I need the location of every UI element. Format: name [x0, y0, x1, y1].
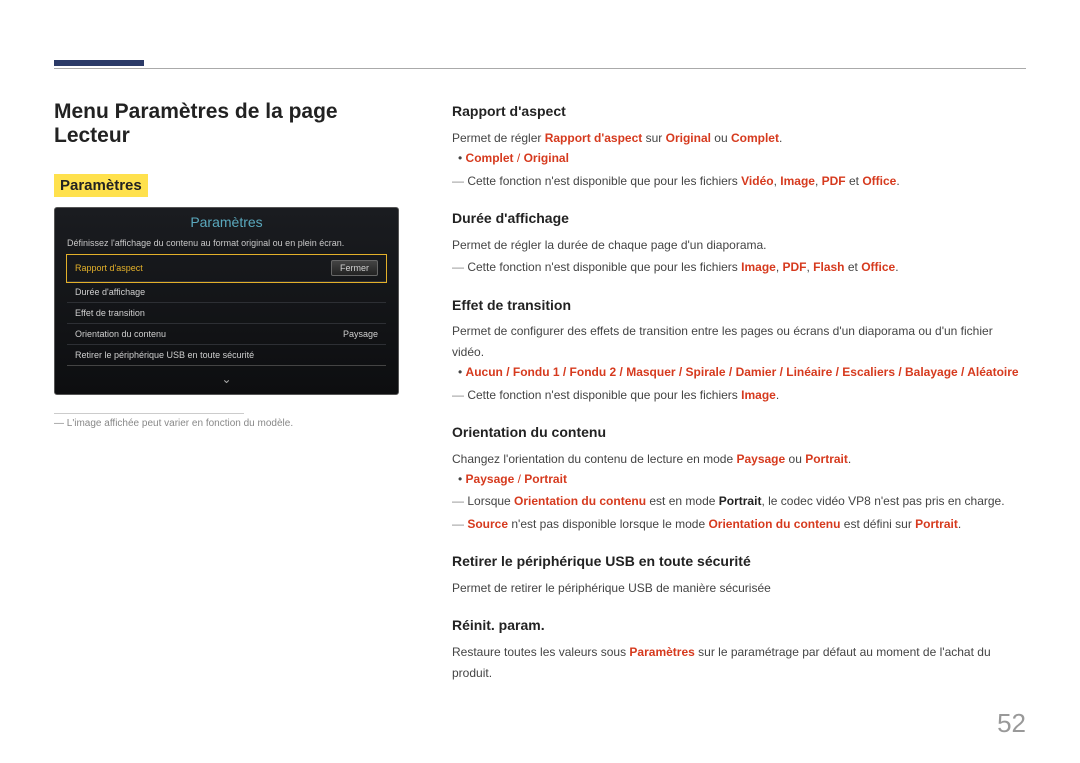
menu-row-transition: Effet de transition: [67, 303, 386, 324]
left-column: Menu Paramètres de la page Lecteur Param…: [54, 100, 404, 683]
menu-row-usb: Retirer le périphérique USB en toute séc…: [67, 345, 386, 365]
aspect-options: Complet / Original: [466, 148, 1026, 168]
heading-transition: Effet de transition: [452, 294, 1026, 318]
transition-note: Cette fonction n'est disponible que pour…: [452, 385, 1026, 405]
transition-desc: Permet de configurer des effets de trans…: [452, 321, 1026, 362]
menu-row-aspect: Rapport d'aspect Fermer: [67, 255, 386, 282]
orientation-note2: Source n'est pas disponible lorsque le m…: [452, 514, 1026, 534]
heading-aspect: Rapport d'aspect: [452, 100, 1026, 124]
menu-label: Retirer le périphérique USB en toute séc…: [75, 350, 254, 360]
footnote-rule: [54, 413, 244, 414]
top-accent-bar: [54, 60, 144, 66]
duration-desc: Permet de régler la durée de chaque page…: [452, 235, 1026, 255]
duration-note: Cette fonction n'est disponible que pour…: [452, 257, 1026, 277]
menu-label: Rapport d'aspect: [75, 263, 143, 273]
heading-duration: Durée d'affichage: [452, 207, 1026, 231]
chevron-down-icon: ⌄: [55, 366, 398, 394]
menu-label: Orientation du contenu: [75, 329, 166, 339]
close-button: Fermer: [331, 260, 378, 276]
heading-usb: Retirer le périphérique USB en toute séc…: [452, 550, 1026, 574]
heading-orientation: Orientation du contenu: [452, 421, 1026, 445]
content-columns: Menu Paramètres de la page Lecteur Param…: [54, 100, 1026, 683]
menu-label: Effet de transition: [75, 308, 145, 318]
menu-row-duration: Durée d'affichage: [67, 282, 386, 303]
panel-description: Définissez l'affichage du contenu au for…: [55, 238, 398, 254]
aspect-desc: Permet de régler Rapport d'aspect sur Or…: [452, 128, 1026, 148]
right-column: Rapport d'aspect Permet de régler Rappor…: [452, 100, 1026, 683]
menu-value: Paysage: [343, 329, 378, 339]
footnote-text: L'image affichée peut varier en fonction…: [54, 418, 404, 429]
aspect-note: Cette fonction n'est disponible que pour…: [452, 171, 1026, 191]
panel-menu-list: Rapport d'aspect Fermer Durée d'affichag…: [67, 254, 386, 366]
settings-panel-screenshot: Paramètres Définissez l'affichage du con…: [54, 207, 399, 395]
transition-options: Aucun / Fondu 1 / Fondu 2 / Masquer / Sp…: [466, 362, 1026, 382]
orientation-options: Paysage / Portrait: [466, 469, 1026, 489]
page-number: 52: [997, 708, 1026, 739]
reset-desc: Restaure toutes les valeurs sous Paramèt…: [452, 642, 1026, 683]
menu-row-orientation: Orientation du contenu Paysage: [67, 324, 386, 345]
page-title: Menu Paramètres de la page Lecteur: [54, 100, 404, 148]
section-tag: Paramètres: [54, 174, 148, 197]
menu-label: Durée d'affichage: [75, 287, 145, 297]
usb-desc: Permet de retirer le périphérique USB de…: [452, 578, 1026, 598]
panel-title: Paramètres: [55, 208, 398, 238]
top-rule: [54, 68, 1026, 69]
orientation-desc: Changez l'orientation du contenu de lect…: [452, 449, 1026, 469]
orientation-note1: Lorsque Orientation du contenu est en mo…: [452, 491, 1026, 511]
heading-reset: Réinit. param.: [452, 614, 1026, 638]
